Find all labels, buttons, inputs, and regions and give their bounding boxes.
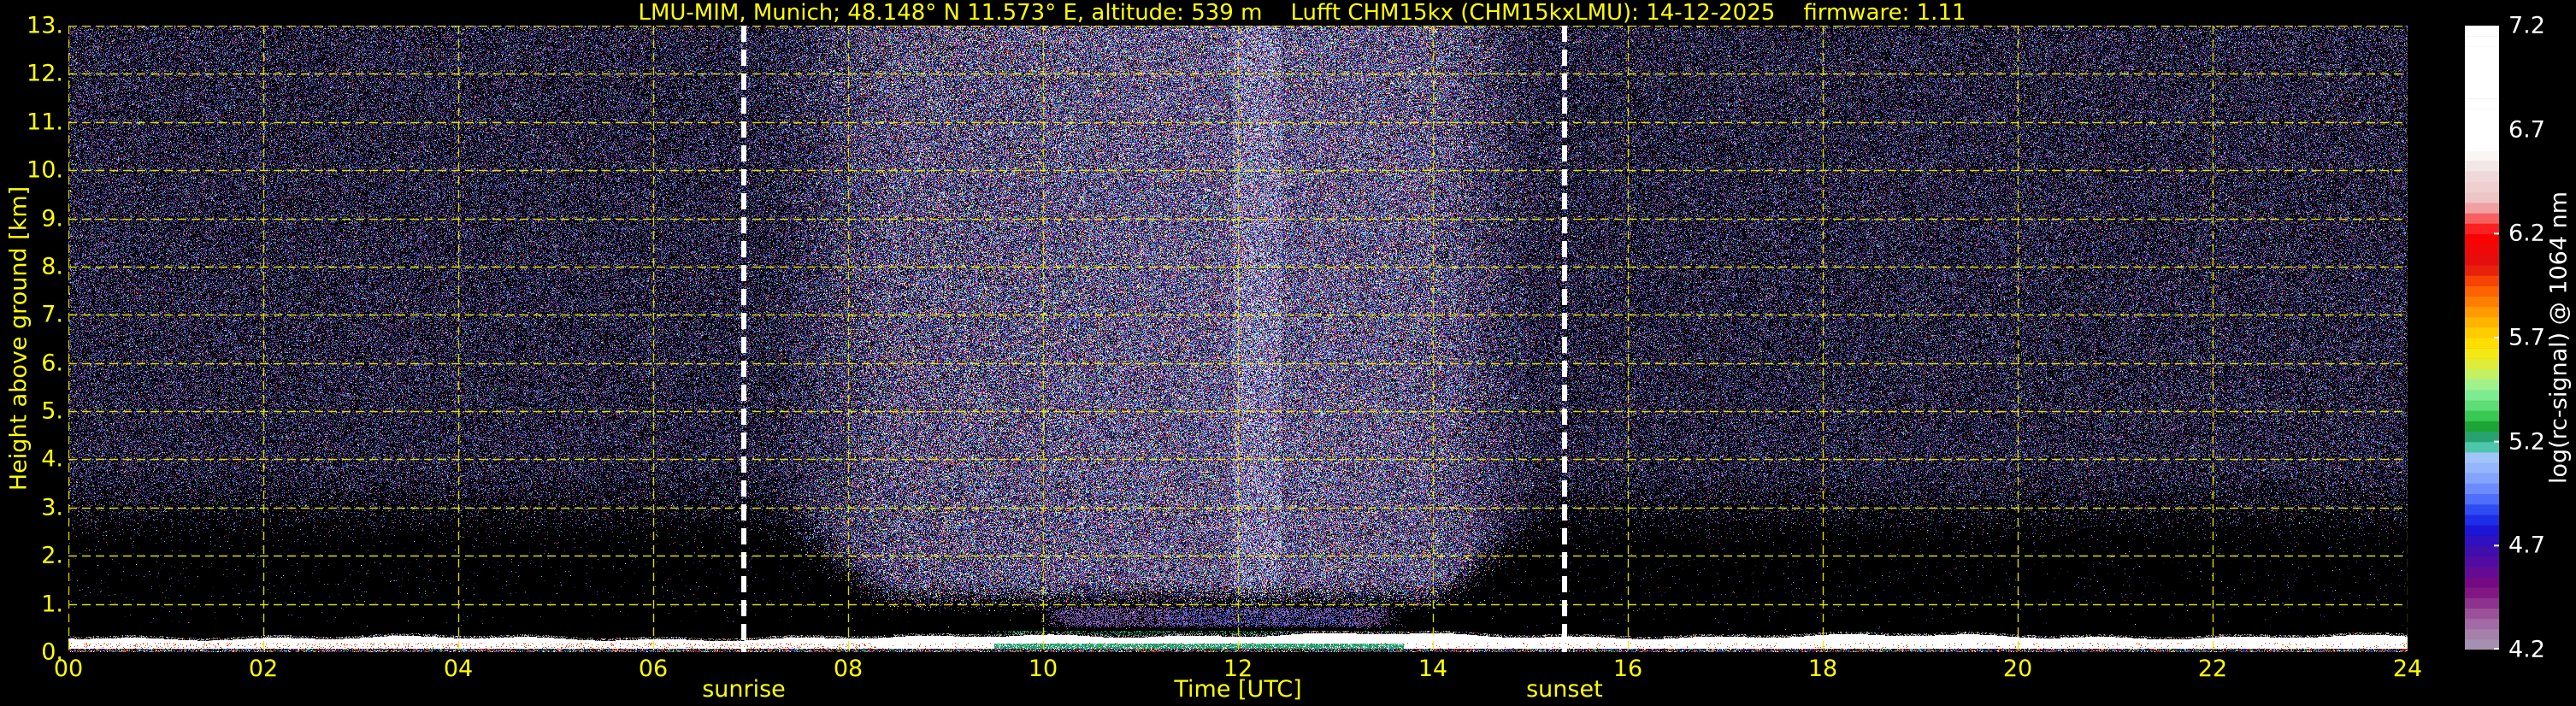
x-tick-label: 04 [443, 656, 474, 682]
x-tick-label: 18 [1807, 656, 1838, 682]
backscatter-heatmap-canvas [68, 26, 2408, 652]
x-tick-label: 20 [2002, 656, 2033, 682]
colorbar-tick-label: 7.2 [2508, 12, 2545, 39]
y-axis-title: Height above ground [km] [5, 185, 32, 491]
x-tick-label: 22 [2197, 656, 2228, 682]
y-tick-label: 1. [41, 591, 63, 618]
x-tick-label: 06 [638, 656, 669, 682]
colorbar-tick-label: 4.2 [2508, 636, 2545, 663]
y-tick-label: 9. [41, 205, 63, 232]
colorbar-tick-label: 5.2 [2508, 428, 2545, 456]
x-tick-label: 02 [248, 656, 279, 682]
x-tick-label: 08 [833, 656, 864, 682]
x-tick-label: 14 [1418, 656, 1448, 682]
sunrise-label: sunrise [702, 676, 786, 703]
colorbar-tick-label: 6.7 [2508, 116, 2545, 144]
y-tick-label: 12. [27, 60, 63, 87]
y-tick-label: 3. [41, 494, 63, 521]
x-axis-title: Time [UTC] [1174, 676, 1302, 703]
y-tick-label: 5. [41, 397, 63, 425]
y-tick-label: 11. [27, 109, 63, 136]
colorbar-tick-label: 5.7 [2508, 324, 2545, 351]
y-tick-label: 8. [41, 253, 63, 280]
y-tick-label: 13. [27, 12, 63, 39]
sunset-label: sunset [1526, 676, 1603, 703]
ceilometer-quicklook-figure: LMU-MIM, Munich; 48.148° N 11.573° E, al… [0, 0, 2576, 706]
y-tick-label: 2. [41, 542, 63, 569]
x-tick-label: 00 [53, 656, 84, 682]
x-tick-label: 24 [2392, 656, 2423, 682]
colorbar-title: log(rc-signal) @ 1064 nm [2545, 191, 2573, 485]
x-tick-label: 16 [1612, 656, 1643, 682]
colorbar-tick-label: 4.7 [2508, 532, 2545, 559]
colorbar-tick-label: 6.2 [2508, 220, 2545, 247]
x-tick-label: 10 [1028, 656, 1058, 682]
y-tick-label: 7. [41, 301, 63, 328]
y-tick-label: 6. [41, 350, 63, 377]
colorbar [2465, 26, 2499, 650]
figure-title: LMU-MIM, Munich; 48.148° N 11.573° E, al… [638, 0, 1966, 26]
y-tick-label: 4. [41, 445, 63, 473]
y-tick-label: 10. [27, 156, 63, 184]
